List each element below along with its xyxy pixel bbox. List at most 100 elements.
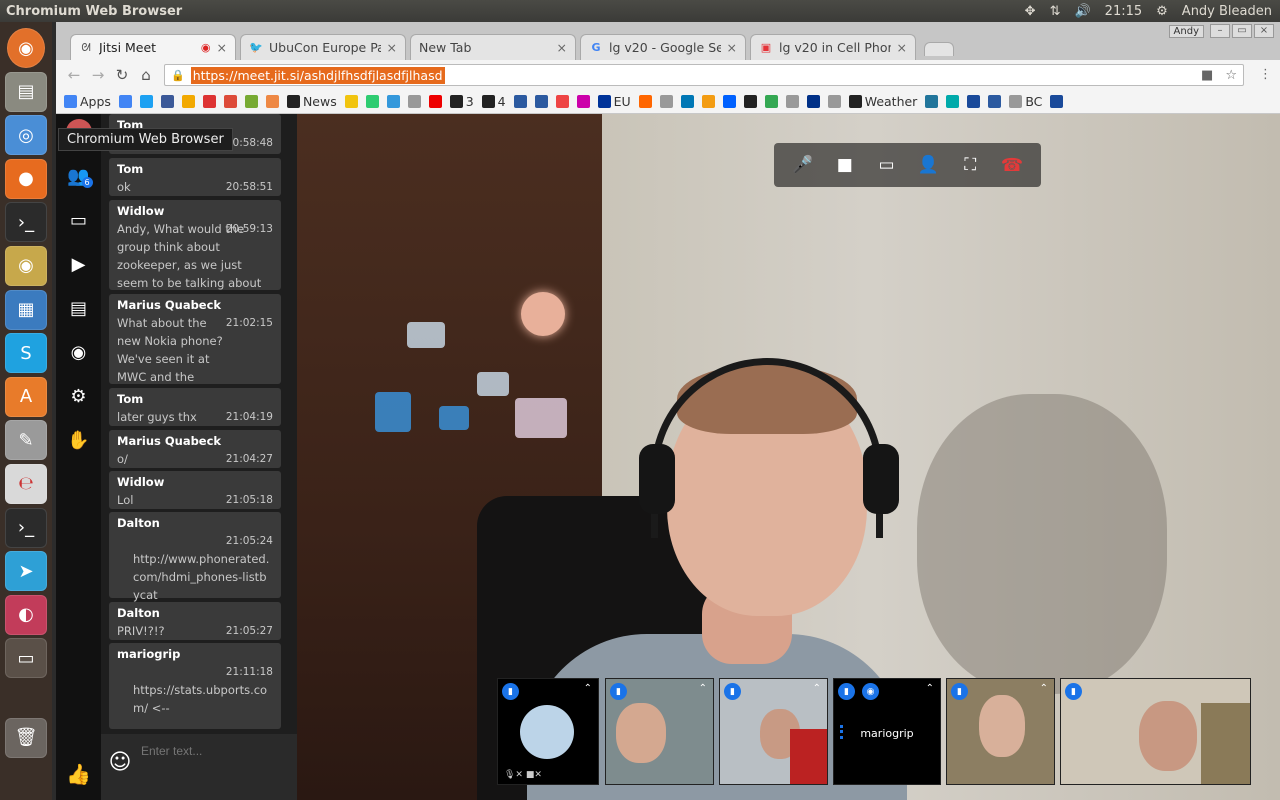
user-name[interactable]: Andy Bleaden <box>1182 4 1272 19</box>
profile-chip[interactable]: Andy <box>1168 24 1204 38</box>
raise-hand-icon[interactable]: ✋ <box>61 422 97 458</box>
bookmark-item[interactable] <box>701 95 715 108</box>
writer-icon[interactable]: ▦ <box>5 289 47 330</box>
new-tab-button[interactable] <box>924 42 954 56</box>
invite-icon[interactable]: 👤 <box>913 150 943 180</box>
screen-share-icon[interactable]: ▭ <box>872 150 902 180</box>
tab-new-tab[interactable]: New Tab × <box>410 34 576 60</box>
participant-thumbnail[interactable]: ▮ ◉ ⌃ mariogrip <box>833 678 941 785</box>
ubuntu-icon[interactable]: ◉ <box>7 28 45 68</box>
software-center-icon[interactable]: A <box>5 376 47 417</box>
camera-icon[interactable]: ■ <box>1201 68 1213 83</box>
forward-button[interactable]: → <box>86 66 110 84</box>
microphone-icon[interactable]: 🎤 <box>788 150 818 180</box>
connection-icon[interactable]: ▮ <box>724 683 741 700</box>
bookmark-item[interactable]: Apps <box>64 94 111 109</box>
bookmark-item[interactable] <box>1050 95 1064 108</box>
bookmark-item[interactable] <box>513 95 527 108</box>
participant-thumbnail[interactable]: ▮ ⌃ 🎙✕ ■✕ <box>497 678 599 785</box>
skype-icon[interactable]: S <box>5 333 47 374</box>
bookmark-item[interactable] <box>659 95 673 108</box>
tab-google-search[interactable]: G lg v20 - Google Search × <box>580 34 746 60</box>
bookmark-item[interactable] <box>638 95 652 108</box>
workspaces-icon[interactable]: ▭ <box>5 638 47 679</box>
bookmark-item[interactable] <box>827 95 841 108</box>
close-icon[interactable]: × <box>557 40 567 55</box>
terminal-icon-2[interactable]: ›_ <box>5 507 47 548</box>
bookmark-item[interactable] <box>722 95 736 108</box>
chevron-up-icon[interactable]: ⌃ <box>699 683 707 694</box>
back-button[interactable]: ← <box>62 66 86 84</box>
minimize-button[interactable]: – <box>1210 24 1230 38</box>
bookmark-item[interactable] <box>407 95 421 108</box>
shared-document-icon[interactable]: ▤ <box>61 290 97 326</box>
chevron-up-icon[interactable]: ⌃ <box>926 683 934 694</box>
bookmark-item[interactable] <box>555 95 569 108</box>
star-icon[interactable]: ☆ <box>1225 68 1237 83</box>
tab-ubucon[interactable]: 🐦 UbuCon Europe Paris × <box>240 34 406 60</box>
bookmark-item[interactable] <box>365 95 379 108</box>
youtube-share-icon[interactable]: ▶ <box>61 246 97 282</box>
speaker-icon[interactable]: ◉ <box>862 683 879 700</box>
reload-button[interactable]: ↻ <box>110 66 134 84</box>
firefox-icon[interactable]: ● <box>5 158 47 199</box>
trash-icon[interactable]: 🗑 <box>5 717 47 758</box>
connection-icon[interactable]: ▮ <box>951 683 968 700</box>
tab-jitsi[interactable]: ᘛ Jitsi Meet ◉ × <box>70 34 236 60</box>
fullscreen-icon[interactable]: ⛶ <box>955 150 985 180</box>
bookmark-item[interactable] <box>946 95 960 108</box>
bookmark-item[interactable] <box>785 95 799 108</box>
bookmark-item[interactable] <box>764 95 778 108</box>
close-icon[interactable]: × <box>897 40 907 55</box>
connection-icon[interactable]: ▮ <box>610 683 627 700</box>
bookmark-item[interactable]: 3 <box>449 94 474 109</box>
connection-icon[interactable]: ▮ <box>502 683 519 700</box>
url-text[interactable]: https://meet.jit.si/ashdjlfhsdfjlasdfjlh… <box>190 66 445 84</box>
bookmark-item[interactable] <box>344 95 358 108</box>
terminal-icon[interactable]: ›_ <box>5 202 47 243</box>
bookmark-item[interactable] <box>386 95 400 108</box>
maximize-button[interactable]: ▭ <box>1232 24 1252 38</box>
bookmark-item[interactable] <box>967 95 981 108</box>
speaker-app-icon[interactable]: ◉ <box>5 245 47 286</box>
settings-icon[interactable]: ✎ <box>5 420 47 461</box>
bookmark-item[interactable] <box>265 95 279 108</box>
bookmark-item[interactable] <box>576 95 590 108</box>
bookmark-item[interactable]: EU <box>597 94 631 109</box>
close-icon[interactable]: × <box>727 40 737 55</box>
participant-thumbnail[interactable]: ▮ ⌃ <box>719 678 828 785</box>
participant-thumbnail[interactable]: ▮ <box>1060 678 1251 785</box>
smiley-icon[interactable]: ☺ <box>107 750 133 776</box>
chevron-up-icon[interactable]: ⌃ <box>813 683 821 694</box>
bookmark-item[interactable]: BC <box>1009 94 1042 109</box>
close-icon[interactable]: × <box>387 40 397 55</box>
close-window-button[interactable]: × <box>1254 24 1274 38</box>
bookmark-item[interactable] <box>680 95 694 108</box>
close-icon[interactable]: × <box>217 40 227 55</box>
disk-icon[interactable]: ◐ <box>5 594 47 635</box>
bookmark-item[interactable]: Weather <box>848 94 917 109</box>
files-icon[interactable]: ▤ <box>5 71 47 112</box>
feedback-icon[interactable]: 👍 <box>56 754 101 794</box>
bookmark-item[interactable] <box>244 95 258 108</box>
connection-icon[interactable]: ▮ <box>838 683 855 700</box>
participant-thumbnail[interactable]: ▮ ⌃ <box>946 678 1055 785</box>
gear-icon[interactable]: ⚙ <box>61 378 97 414</box>
telegram-icon[interactable]: ➤ <box>5 551 47 592</box>
bookmark-item[interactable] <box>534 95 548 108</box>
bookmark-item[interactable] <box>988 95 1002 108</box>
chevron-up-icon[interactable]: ⌃ <box>1040 683 1048 694</box>
bookmark-item[interactable] <box>925 95 939 108</box>
camera-icon[interactable]: ■ <box>830 150 860 180</box>
connection-icon[interactable]: ▮ <box>1065 683 1082 700</box>
bookmark-item[interactable]: 4 <box>481 94 506 109</box>
address-bar[interactable]: 🔒 https://meet.jit.si/ashdjlfhsdfjlasdfj… <box>164 64 1244 86</box>
bookmark-item[interactable] <box>118 95 132 108</box>
chevron-up-icon[interactable]: ⌃ <box>584 683 592 694</box>
bookmark-item[interactable] <box>806 95 820 108</box>
gear-icon[interactable]: ⚙ <box>1156 4 1168 19</box>
hangup-icon[interactable]: ☎ <box>997 150 1027 180</box>
chat-input[interactable] <box>141 744 291 758</box>
bookmark-item[interactable] <box>181 95 195 108</box>
bookmark-item[interactable] <box>743 95 757 108</box>
